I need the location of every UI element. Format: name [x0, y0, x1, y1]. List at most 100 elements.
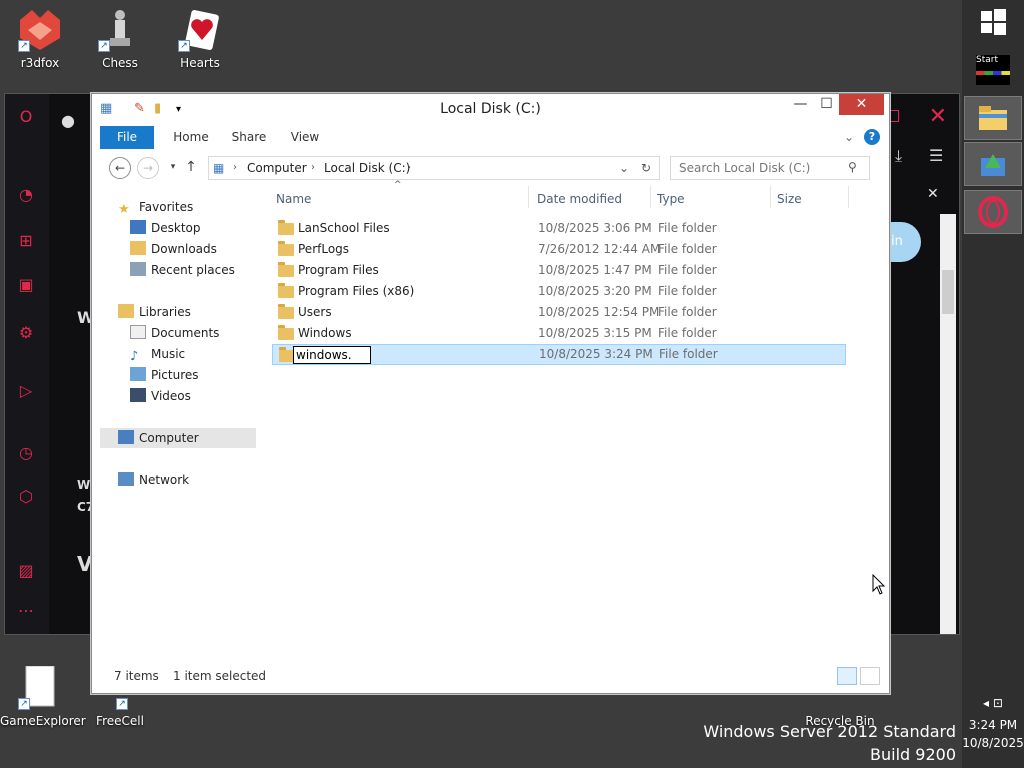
tab-share[interactable]: Share [224, 126, 274, 149]
rename-input[interactable]: windows. [293, 346, 371, 364]
selection-count: 1 item selected [173, 669, 267, 683]
easy-setup-icon[interactable]: ☰ [929, 146, 943, 165]
back-button[interactable]: ← [109, 157, 131, 179]
up-button[interactable]: ↑ [180, 157, 202, 179]
more-icon[interactable]: ⋯ [15, 600, 37, 622]
explorer-window[interactable]: ▦ ✎ ▮ ▾ Local Disk (C:) — ☐ ✕ File Home … [91, 93, 890, 694]
documents-icon [130, 325, 146, 339]
taskbar-opera[interactable] [964, 190, 1022, 234]
browser-close-button[interactable]: ✕ [929, 104, 947, 129]
file-row[interactable]: Program Files 10/8/2025 1:47 PM File folde… [272, 260, 846, 281]
breadcrumb-computer[interactable]: Computer [247, 157, 307, 179]
clock-date[interactable]: 10/8/2025 [962, 736, 1024, 750]
cube-icon[interactable]: ⬡ [15, 486, 37, 508]
start-button[interactable]: Start [964, 48, 1022, 92]
address-input[interactable]: ▦ › Computer › Local Disk (C:) › ⌄ ↻ [208, 156, 660, 180]
clock-time[interactable]: 3:24 PM [962, 718, 1024, 732]
folder-icon [278, 283, 294, 298]
file-row-selected[interactable]: windows. 10/8/2025 3:24 PM File folder [272, 344, 846, 365]
column-header-type[interactable]: Type [657, 192, 685, 206]
bag-icon[interactable]: ⊞ [15, 230, 37, 252]
scrollbar-thumb[interactable] [942, 270, 954, 314]
nav-pictures[interactable]: Pictures [130, 365, 199, 385]
history-icon[interactable]: ◷ [15, 442, 37, 464]
pictures-icon [130, 367, 146, 381]
browser-scrollbar[interactable] [940, 214, 956, 634]
windows-logo-icon[interactable] [964, 0, 1022, 44]
taskbar: Start ◂ ⊡ 3:24 PM 10/8/2025 [962, 0, 1024, 768]
taskbar-file-explorer[interactable] [964, 96, 1022, 140]
nav-music[interactable]: ♪ Music [130, 344, 185, 364]
computer-icon [118, 430, 134, 444]
tab-home[interactable]: Home [166, 126, 216, 149]
help-icon[interactable]: ? [864, 129, 880, 145]
nav-libraries[interactable]: Libraries [118, 302, 191, 322]
nav-videos[interactable]: Videos [130, 386, 191, 406]
settings-icon[interactable]: ⚙ [15, 322, 37, 344]
hearts-icon: ↗ [178, 8, 222, 52]
breadcrumb-separator: › [311, 162, 315, 173]
file-row[interactable]: LanSchool Files 10/8/2025 3:06 PM File fol… [272, 218, 846, 239]
image-icon[interactable]: ▨ [15, 560, 37, 582]
breadcrumb-local-disk[interactable]: Local Disk (C:) [324, 157, 410, 179]
column-header-date[interactable]: Date modified [537, 192, 622, 206]
large-icons-view-button[interactable] [860, 667, 880, 685]
nav-computer[interactable]: Computer [100, 428, 256, 448]
desktop-folder-icon [130, 220, 146, 234]
nav-desktop[interactable]: Desktop [130, 218, 201, 238]
nav-documents[interactable]: Documents [130, 323, 219, 343]
nav-recent-places[interactable]: Recent places [130, 260, 235, 280]
close-button[interactable]: ✕ [839, 94, 884, 115]
column-separator[interactable] [848, 186, 849, 208]
search-icon[interactable]: ⚲ [848, 160, 857, 174]
download-icon[interactable]: ⤓ [895, 146, 902, 166]
column-header-name[interactable]: Name [276, 192, 311, 206]
music-icon: ♪ [130, 349, 139, 364]
address-dropdown-icon[interactable]: ⌄ [619, 157, 629, 179]
twitch-icon[interactable]: ▣ [15, 274, 37, 296]
taskbar-app[interactable] [964, 142, 1022, 186]
file-row[interactable]: PerfLogs 7/26/2012 12:44 AM File folder [272, 239, 846, 260]
folder-icon [278, 262, 294, 277]
breadcrumb-separator: › [233, 162, 237, 173]
column-header-size[interactable]: Size [777, 192, 802, 206]
file-row[interactable]: Program Files (x86) 10/8/2025 3:20 PM File… [272, 281, 846, 302]
desktop-icon-hearts[interactable]: ↗ Hearts [160, 8, 240, 70]
speed-dial-icon[interactable]: ◔ [15, 184, 37, 206]
tab-view[interactable]: View [280, 126, 330, 149]
file-row[interactable]: Users 10/8/2025 12:54 PM File folder [272, 302, 846, 323]
title-bar[interactable]: ▦ ✎ ▮ ▾ Local Disk (C:) — ☐ ✕ [92, 94, 889, 124]
forward-button[interactable]: → [137, 157, 159, 179]
vpn-globe-icon[interactable]: ● [57, 110, 79, 132]
maximize-button[interactable]: ☐ [812, 94, 841, 115]
close-tab-icon[interactable]: ✕ [927, 186, 939, 202]
desktop-icon-chess[interactable]: ↗ Chess [80, 8, 160, 70]
nav-downloads[interactable]: Downloads [130, 239, 217, 259]
start-tiles-icon [976, 65, 1010, 85]
details-view-button[interactable] [837, 667, 857, 685]
file-explorer-icon [979, 106, 1007, 130]
desktop-icon-label: Chess [102, 56, 138, 70]
opera-logo-icon[interactable]: O [15, 106, 37, 128]
desktop-icon-gameexplorer[interactable]: ↗ GameExplorer [0, 665, 86, 728]
desktop-icon-r3dfox[interactable]: ↗ r3dfox [0, 8, 80, 70]
r3dfox-icon: ↗ [18, 8, 62, 52]
desktop-icon-freecell[interactable]: ↗ FreeCell [80, 690, 160, 728]
sort-arrow-icon: ^ [394, 180, 402, 190]
search-input[interactable]: Search Local Disk (C:) [670, 156, 870, 180]
watermark-line: Build 9200 [870, 745, 956, 764]
minimize-button[interactable]: — [786, 94, 815, 115]
column-separator[interactable] [528, 186, 529, 208]
column-separator[interactable] [650, 186, 651, 208]
nav-network[interactable]: Network [118, 470, 189, 490]
computer-small-icon: ▦ [213, 161, 225, 175]
expand-ribbon-icon[interactable]: ⌄ [842, 126, 856, 149]
file-row[interactable]: Windows 10/8/2025 3:15 PM File folder [272, 323, 846, 344]
freecell-icon: ↗ [98, 690, 142, 710]
tab-file[interactable]: File [100, 126, 154, 149]
play-icon[interactable]: ▷ [15, 380, 37, 402]
refresh-icon[interactable]: ↻ [641, 157, 651, 179]
column-separator[interactable] [770, 186, 771, 208]
nav-favorites[interactable]: ★ Favorites [118, 197, 193, 217]
tray-icons[interactable]: ◂ ⊡ [962, 696, 1024, 710]
